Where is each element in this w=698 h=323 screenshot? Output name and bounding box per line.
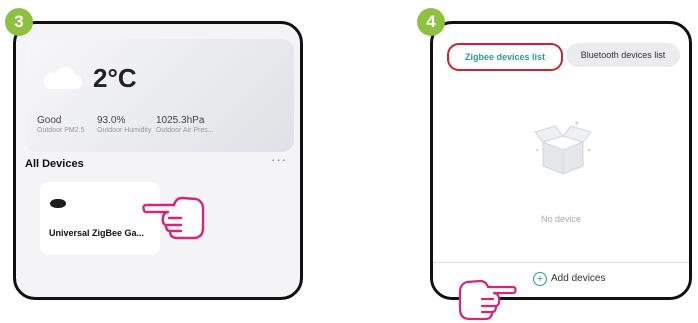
pressure-label: Outdoor Air Pres... — [156, 127, 214, 134]
humidity-stat: 93.0% Outdoor Humidity — [97, 115, 151, 134]
more-options-icon[interactable]: ··· — [271, 152, 287, 167]
all-devices-heading: All Devices — [25, 158, 84, 170]
step-badge-3: 3 — [5, 8, 33, 36]
humidity-label: Outdoor Humidity — [97, 127, 152, 134]
pointing-hand-icon — [142, 196, 205, 240]
empty-box-icon — [534, 121, 592, 175]
tab-zigbee-devices[interactable]: Zigbee devices list — [447, 43, 563, 71]
zigbee-gateway-icon — [50, 199, 66, 208]
tab-bluetooth-devices[interactable]: Bluetooth devices list — [566, 43, 680, 67]
pressure-stat: 1025.3hPa Outdoor Air Pres... — [156, 115, 214, 134]
pm25-value: Good — [37, 115, 62, 126]
pm25-stat: Good Outdoor PM2.5 — [37, 115, 84, 134]
step-badge-4: 4 — [417, 8, 445, 36]
phone-screen-gateway: Zigbee devices list Bluetooth devices li… — [430, 21, 692, 300]
weather-card[interactable]: 2°C Good Outdoor PM2.5 93.0% Outdoor Hum… — [25, 39, 294, 152]
add-devices-button[interactable]: Add devices — [551, 273, 605, 284]
phone-screen-home: 2°C Good Outdoor PM2.5 93.0% Outdoor Hum… — [13, 21, 303, 300]
plus-circle-icon[interactable]: + — [533, 272, 547, 286]
cloud-icon — [43, 67, 82, 89]
temperature: 2°C — [93, 63, 137, 93]
no-device-text: No device — [540, 214, 582, 224]
device-name: Universal ZigBee Ga... — [49, 228, 145, 238]
pm25-label: Outdoor PM2.5 — [37, 127, 85, 134]
humidity-value: 93.0% — [97, 115, 126, 126]
pressure-value: 1025.3hPa — [156, 115, 205, 126]
pointing-hand-icon — [458, 279, 517, 321]
